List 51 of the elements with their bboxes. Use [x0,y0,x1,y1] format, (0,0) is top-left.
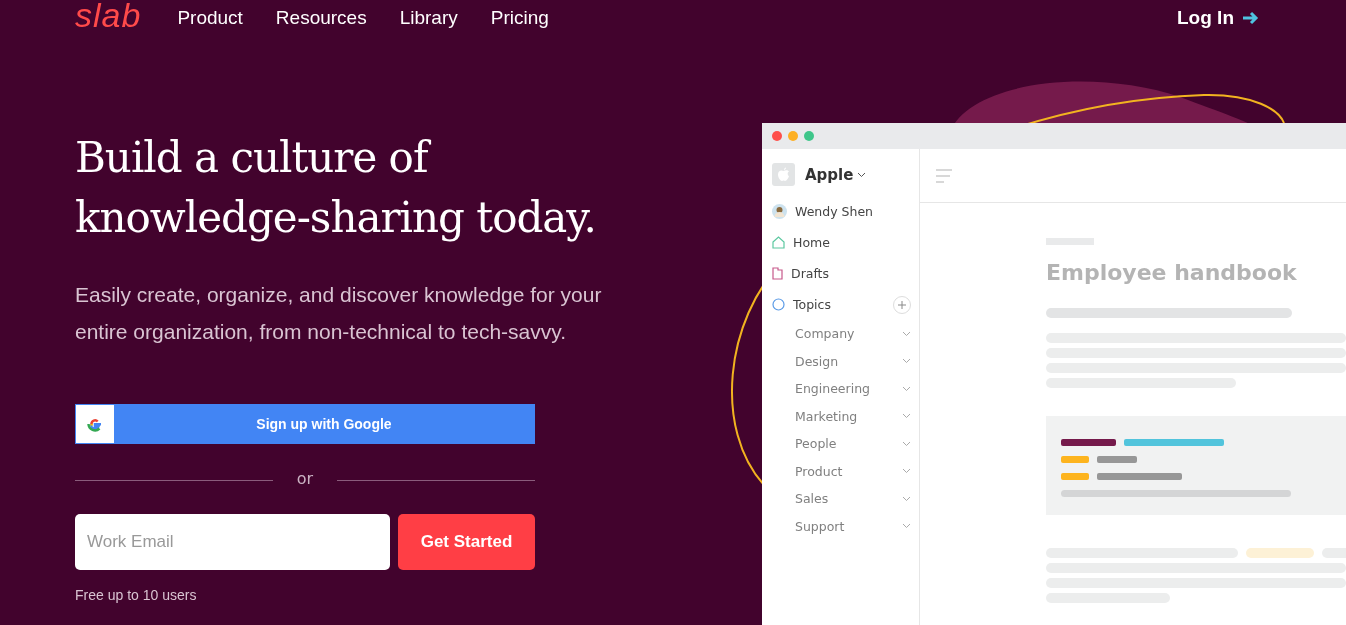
chevron-icon [902,358,911,365]
google-signup-button[interactable]: Sign up with Google [75,404,535,444]
menu-icon[interactable] [936,167,952,184]
home-icon [772,236,785,249]
close-dot[interactable] [772,131,782,141]
minimize-dot[interactable] [788,131,798,141]
topic-item[interactable]: Product [772,457,919,485]
topic-item[interactable]: Company [772,320,919,348]
nav-link[interactable]: Resources [275,7,367,29]
topic-item[interactable]: Support [772,512,919,540]
circle-icon [772,298,785,311]
nav-link[interactable]: Product [177,7,243,29]
email-field[interactable]: Work Email [75,514,390,570]
skeleton-line [1061,456,1089,463]
nav-link[interactable]: Library [399,7,458,29]
get-started-button[interactable]: Get Started [398,514,535,570]
hero-title: Build a culture of knowledge-sharing today. [75,132,597,244]
topic-item[interactable]: Marketing [772,402,919,430]
chevron-icon [902,413,911,420]
workspace-menu[interactable]: Apple [805,165,867,184]
sidebar-item[interactable]: Home [772,227,919,258]
skeleton-line [1061,439,1116,446]
apple-logo-icon [777,167,790,182]
chevron-icon [902,523,911,530]
hero-subtitle: Easily create, organize, and discover knowledge for your entire organization, from non-technical to tech-savvy. [75,282,603,345]
chevron-icon [902,440,911,447]
sidebar-item[interactable]: Drafts [772,258,919,289]
login-link[interactable]: Log In [1177,7,1260,29]
skeleton-line [1061,473,1089,480]
skeleton-line [1097,456,1137,463]
chevron-icon [902,495,911,502]
topic-item[interactable]: Engineering [772,375,919,403]
topic-item[interactable]: Design [772,347,919,375]
chevron-icon [902,468,911,475]
document-title: Employee handbook [1046,260,1298,285]
maximize-dot[interactable] [804,131,814,141]
arrow-icon [1242,11,1260,25]
skeleton-line [1246,548,1314,558]
sidebar-item[interactable]: Topics [772,289,919,320]
document-icon [772,267,783,280]
divider-text: or [296,469,314,490]
topic-item[interactable]: People [772,430,919,458]
avatar-icon [772,204,787,219]
chevron-icon [902,330,911,337]
pricing-note: Free up to 10 users [75,587,198,603]
chevron-icon [857,171,867,178]
topic-item[interactable]: Sales [772,485,919,513]
logo[interactable]: slab [75,0,142,35]
chevron-icon [902,385,911,392]
nav-link[interactable]: Pricing [490,7,549,29]
user-item[interactable]: Wendy Shen [772,196,919,227]
